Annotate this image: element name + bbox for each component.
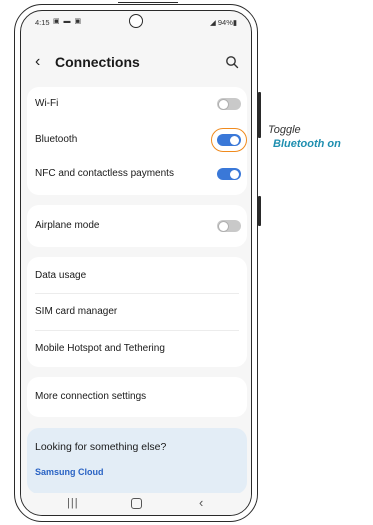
bluetooth-row[interactable]: Bluetooth — [27, 123, 247, 157]
toggle-knob — [219, 99, 228, 109]
hotspot-tethering-label: Mobile Hotspot and Tethering — [35, 343, 165, 354]
toggle-knob — [230, 135, 239, 145]
airplane-card: Airplane mode — [27, 205, 247, 247]
nfc-label: NFC and contactless payments — [35, 168, 174, 179]
nfc-row[interactable]: NFC and contactless payments — [27, 157, 247, 191]
search-icon[interactable] — [225, 55, 239, 69]
nfc-toggle[interactable] — [217, 168, 241, 180]
front-camera — [129, 14, 143, 28]
more-settings-card: More connection settings — [27, 377, 247, 417]
airplane-row[interactable]: Airplane mode — [27, 205, 247, 247]
callout-label: Toggle — [268, 124, 301, 136]
list-item[interactable]: Data usage — [27, 257, 247, 293]
airplane-label: Airplane mode — [35, 220, 100, 231]
status-bar: 4:15 ▣ ▬ ▣ ◢ 94%▮ — [21, 11, 251, 33]
sim-card-manager-label: SIM card manager — [35, 306, 118, 317]
page-title: Connections — [55, 54, 140, 70]
toggle-knob — [230, 169, 239, 179]
status-time: 4:15 — [35, 18, 50, 27]
toggle-knob — [219, 221, 228, 231]
wifi-row[interactable]: Wi-Fi — [27, 87, 247, 121]
wifi-toggle[interactable] — [217, 98, 241, 110]
data-settings-card: Data usage SIM card manager Mobile Hotsp… — [27, 257, 247, 367]
bluetooth-toggle[interactable] — [217, 134, 241, 146]
more-settings-label: More connection settings — [35, 391, 147, 402]
bluetooth-label: Bluetooth — [35, 134, 78, 145]
list-item[interactable]: Mobile Hotspot and Tethering — [27, 331, 247, 367]
callout-emphasis: Bluetooth on — [273, 138, 341, 150]
data-usage-label: Data usage — [35, 270, 87, 281]
samsung-cloud-link[interactable]: Samsung Cloud — [35, 467, 104, 477]
power-button — [258, 196, 261, 226]
airplane-toggle[interactable] — [217, 220, 241, 232]
navigation-bar: ||| ‹ — [21, 493, 251, 515]
wifi-label: Wi-Fi — [35, 98, 59, 109]
recent-apps-icon[interactable]: ||| — [67, 497, 79, 509]
volume-button — [258, 92, 261, 138]
back-icon[interactable]: ‹ — [199, 495, 203, 510]
home-icon[interactable] — [131, 498, 142, 509]
notification-icons: ▣ ▬ ▣ — [53, 18, 83, 25]
connections-card: Wi-Fi Bluetooth NFC and contactless paym… — [27, 87, 247, 195]
page-header: ‹ Connections — [21, 51, 251, 75]
list-item[interactable]: SIM card manager — [27, 294, 247, 330]
phone-screen: 4:15 ▣ ▬ ▣ ◢ 94%▮ ‹ Connections Wi-Fi Bl… — [20, 10, 252, 516]
more-settings-row[interactable]: More connection settings — [27, 377, 247, 417]
signal-battery-indicator: ◢ 94%▮ — [210, 18, 237, 27]
suggestion-card: Looking for something else? Samsung Clou… — [27, 428, 247, 494]
back-arrow-icon[interactable]: ‹ — [35, 53, 40, 71]
suggestion-title: Looking for something else? — [35, 441, 167, 453]
